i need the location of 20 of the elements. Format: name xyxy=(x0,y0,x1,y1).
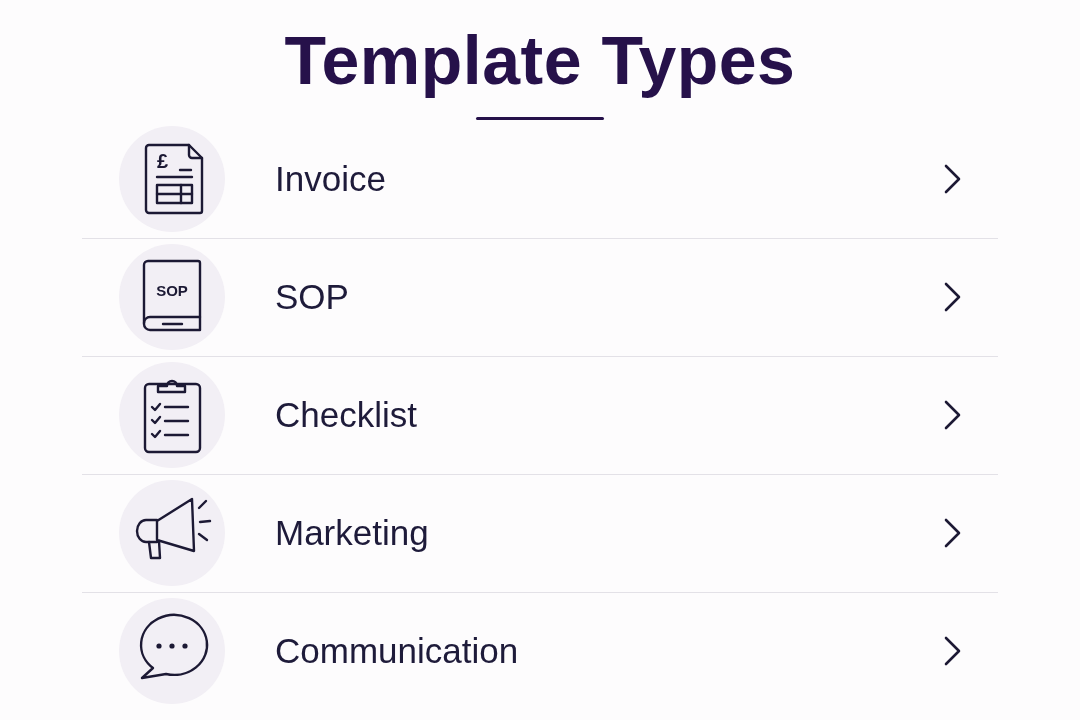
chevron-right-icon xyxy=(944,518,962,548)
chevron-right-icon xyxy=(944,636,962,666)
chevron-right-icon xyxy=(944,164,962,194)
item-label: Communication xyxy=(275,631,519,671)
list-item[interactable]: Communication xyxy=(82,592,998,710)
document-table-icon: £ xyxy=(119,126,225,232)
list-item[interactable]: Marketing xyxy=(82,474,998,592)
list-item[interactable]: £ Invoice xyxy=(82,121,998,238)
book-icon: SOP xyxy=(119,244,225,350)
megaphone-icon xyxy=(119,480,225,586)
item-label: SOP xyxy=(275,277,349,317)
item-label: Marketing xyxy=(275,513,429,553)
item-label: Checklist xyxy=(275,395,417,435)
chevron-right-icon xyxy=(944,282,962,312)
item-label: Invoice xyxy=(275,159,386,199)
list-item[interactable]: Checklist xyxy=(82,356,998,474)
chevron-right-icon xyxy=(944,400,962,430)
clipboard-checklist-icon xyxy=(119,362,225,468)
list-item[interactable]: SOP SOP xyxy=(82,238,998,356)
speech-bubble-icon xyxy=(119,598,225,704)
